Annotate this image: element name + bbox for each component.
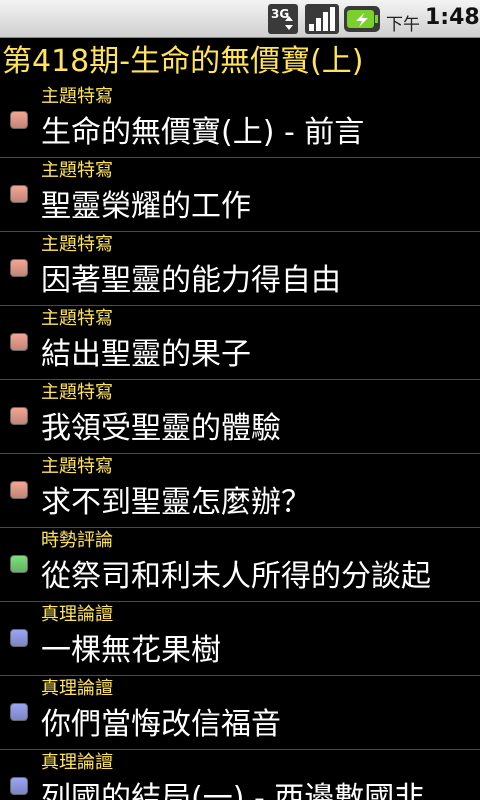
- item-category: 主題特寫: [41, 86, 113, 107]
- item-title: 結出聖靈的果子: [41, 337, 251, 372]
- screen: 3G 下午 1:48 第418期-生命的無價寶(上) 主題特寫 生命的無價寶(上…: [0, 0, 480, 800]
- page-title: 第418期-生命的無價寶(上): [2, 44, 364, 79]
- status-ampm: 下午: [386, 15, 420, 35]
- status-clock: 1:48: [425, 5, 480, 30]
- item-category: 主題特寫: [41, 160, 113, 181]
- item-category: 真理論譠: [41, 678, 113, 699]
- battery-charging-icon: [344, 6, 380, 32]
- item-title: 生命的無價寶(上) - 前言: [41, 115, 365, 150]
- item-category: 主題特寫: [41, 382, 113, 403]
- list-item[interactable]: 真理論譠 列國的結局(一) - 西邊數國非: [0, 750, 480, 800]
- item-title: 你們當悔改信福音: [41, 707, 281, 742]
- item-category: 真理論譠: [41, 604, 113, 625]
- item-title: 求不到聖靈怎麼辦？: [41, 485, 311, 520]
- article-list: 主題特寫 生命的無價寶(上) - 前言 主題特寫 聖靈榮耀的工作 主題特寫 因著…: [0, 84, 480, 800]
- bullet-icon: [10, 185, 28, 203]
- bullet-icon: [10, 407, 28, 425]
- signal-strength-icon: [305, 4, 339, 34]
- 3g-data-icon: 3G: [268, 4, 298, 34]
- list-item[interactable]: 時勢評論 從祭司和利未人所得的分談起: [0, 528, 480, 602]
- item-category: 真理論譠: [41, 752, 113, 773]
- item-category: 主題特寫: [41, 308, 113, 329]
- bullet-icon: [10, 629, 28, 647]
- list-item[interactable]: 主題特寫 求不到聖靈怎麼辦？: [0, 454, 480, 528]
- list-item[interactable]: 真理論譠 你們當悔改信福音: [0, 676, 480, 750]
- item-title: 我領受聖靈的體驗: [41, 411, 281, 446]
- bullet-icon: [10, 703, 28, 721]
- item-title: 從祭司和利未人所得的分談起: [41, 559, 431, 594]
- list-item[interactable]: 真理論譠 一棵無花果樹: [0, 602, 480, 676]
- bullet-icon: [10, 259, 28, 277]
- svg-text:3G: 3G: [271, 7, 289, 21]
- list-item[interactable]: 主題特寫 生命的無價寶(上) - 前言: [0, 84, 480, 158]
- bullet-icon: [10, 111, 28, 129]
- list-item[interactable]: 主題特寫 結出聖靈的果子: [0, 306, 480, 380]
- item-title: 因著聖靈的能力得自由: [41, 263, 341, 298]
- item-title: 聖靈榮耀的工作: [41, 189, 251, 224]
- item-category: 主題特寫: [41, 456, 113, 477]
- status-bar: 3G 下午 1:48: [0, 0, 480, 38]
- item-category: 主題特寫: [41, 234, 113, 255]
- list-item[interactable]: 主題特寫 因著聖靈的能力得自由: [0, 232, 480, 306]
- item-title: 一棵無花果樹: [41, 633, 221, 668]
- bullet-icon: [10, 333, 28, 351]
- bullet-icon: [10, 777, 28, 795]
- item-category: 時勢評論: [41, 530, 113, 551]
- bullet-icon: [10, 555, 28, 573]
- list-item[interactable]: 主題特寫 我領受聖靈的體驗: [0, 380, 480, 454]
- item-title: 列國的結局(一) - 西邊數國非: [41, 781, 425, 800]
- bullet-icon: [10, 481, 28, 499]
- list-item[interactable]: 主題特寫 聖靈榮耀的工作: [0, 158, 480, 232]
